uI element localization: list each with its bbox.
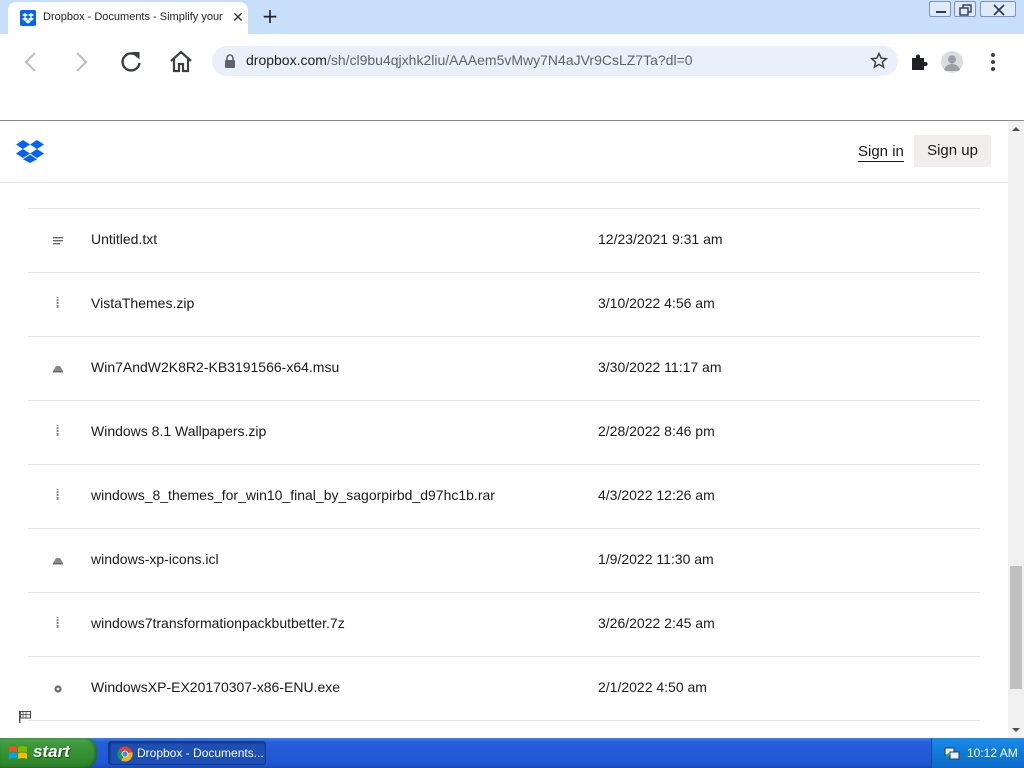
executable-file-icon (54, 685, 62, 693)
sign-up-button[interactable]: Sign up (914, 135, 991, 167)
file-row[interactable]: WindowsXP-EX20170307-x86-ENU.exe 2/1/202… (28, 657, 980, 721)
file-name[interactable]: windows_8_themes_for_win10_final_by_sago… (91, 487, 495, 503)
file-row[interactable]: Win7AndW2K8R2-KB3191566-x64.msu 3/30/202… (28, 337, 980, 401)
web-page: Sign in Sign up Untitled.txt 12/23/2021 … (0, 121, 1008, 738)
address-bar[interactable]: dropbox.com/sh/cl9bu4qjxhk2liu/AAAem5vMw… (212, 46, 898, 76)
file-name[interactable]: Windows 8.1 Wallpapers.zip (91, 423, 266, 439)
profile-avatar-icon[interactable] (941, 51, 963, 73)
browser-tab-strip: Dropbox - Documents - Simplify your ✕ + (0, 0, 1024, 34)
url-path: /sh/cl9bu4qjxhk2liu/AAAem5vMwy7N4aJVr9Cs… (326, 52, 693, 68)
file-name[interactable]: VistaThemes.zip (91, 295, 194, 311)
sign-in-link[interactable]: Sign in (858, 143, 904, 162)
package-file-icon (53, 558, 63, 565)
taskbar-window-label: Dropbox - Documents... (137, 746, 264, 760)
taskbar-clock: 10:12 AM (967, 746, 1018, 760)
windows-logo-icon (9, 746, 27, 759)
tab-title: Dropbox - Documents - Simplify your (43, 11, 223, 23)
file-modified-date: 1/9/2022 11:30 am (598, 551, 714, 567)
file-row[interactable]: windows-xp-icons.icl 1/9/2022 11:30 am (28, 529, 980, 593)
file-modified-date: 2/28/2022 8:46 pm (598, 423, 715, 439)
url-host: dropbox.com (246, 52, 327, 68)
zip-file-icon (56, 489, 59, 500)
file-name[interactable]: Untitled.txt (91, 231, 157, 247)
start-button[interactable]: start (0, 738, 97, 768)
chrome-icon (117, 746, 133, 762)
dropbox-logo-icon[interactable] (16, 139, 44, 163)
zip-file-icon (56, 297, 59, 308)
file-row[interactable]: windows_8_themes_for_win10_final_by_sago… (28, 465, 980, 529)
window-close-button[interactable] (980, 1, 1016, 17)
window-minimize-button[interactable] (929, 1, 951, 17)
extensions-puzzle-icon[interactable] (909, 52, 929, 72)
file-name[interactable]: windows-xp-icons.icl (91, 551, 219, 567)
file-modified-date: 3/30/2022 11:17 am (598, 359, 722, 375)
taskbar-window-dropbox[interactable]: Dropbox - Documents... (108, 741, 266, 765)
start-label: start (33, 742, 70, 761)
scrollbar-thumb[interactable] (1010, 566, 1022, 689)
file-modified-date: 2/1/2022 4:50 am (598, 679, 707, 695)
file-name[interactable]: windows7transformationpackbutbetter.7z (91, 615, 345, 631)
tab-close-icon[interactable]: ✕ (230, 10, 246, 26)
file-name[interactable]: Win7AndW2K8R2-KB3191566-x64.msu (91, 359, 339, 375)
site-header: Sign in Sign up (0, 121, 1008, 183)
zip-file-icon (56, 617, 59, 628)
package-file-icon (53, 366, 63, 373)
reload-icon[interactable] (117, 48, 145, 76)
file-modified-date: 4/3/2022 12:26 am (598, 487, 715, 503)
file-row[interactable]: Windows 8.1 Wallpapers.zip 2/28/2022 8:4… (28, 401, 980, 465)
page-scrollbar[interactable] (1008, 121, 1024, 738)
browser-tab[interactable]: Dropbox - Documents - Simplify your ✕ (8, 2, 248, 34)
file-row[interactable]: VistaThemes.zip 3/10/2022 4:56 am (28, 273, 980, 337)
infobar-area (0, 88, 1024, 120)
scroll-down-arrow-icon[interactable] (1008, 722, 1024, 738)
file-row[interactable]: Untitled.txt 12/23/2021 9:31 am (28, 209, 980, 273)
file-row[interactable]: windows7transformationpackbutbetter.7z 3… (28, 593, 980, 657)
scroll-up-arrow-icon[interactable] (1008, 121, 1024, 137)
browser-toolbar: dropbox.com/sh/cl9bu4qjxhk2liu/AAAem5vMw… (0, 34, 1024, 88)
url-text: dropbox.com/sh/cl9bu4qjxhk2liu/AAAem5vMw… (246, 52, 693, 68)
report-flag-icon[interactable] (18, 710, 32, 724)
system-tray: 10:12 AM (931, 738, 1024, 768)
file-name[interactable]: WindowsXP-EX20170307-x86-ENU.exe (91, 679, 340, 695)
home-icon[interactable] (167, 48, 195, 76)
file-modified-date: 3/26/2022 2:45 am (598, 615, 715, 631)
browser-menu-icon[interactable] (984, 50, 1002, 74)
window-restore-button[interactable] (954, 1, 976, 17)
bookmark-star-icon[interactable] (870, 52, 888, 70)
lock-icon[interactable] (224, 54, 236, 68)
forward-arrow-icon[interactable] (67, 48, 95, 76)
text-file-icon (53, 237, 63, 245)
network-icon[interactable] (944, 745, 960, 761)
file-modified-date: 12/23/2021 9:31 am (598, 231, 723, 247)
back-arrow-icon[interactable] (17, 48, 45, 76)
dropbox-favicon-icon (20, 10, 36, 26)
new-tab-icon[interactable]: + (258, 5, 282, 29)
screen: Dropbox - Documents - Simplify your ✕ + … (0, 0, 1024, 768)
taskbar: start Dropbox - Documents... 10:12 AM (0, 738, 1024, 768)
file-modified-date: 3/10/2022 4:56 am (598, 295, 715, 311)
zip-file-icon (56, 425, 59, 436)
